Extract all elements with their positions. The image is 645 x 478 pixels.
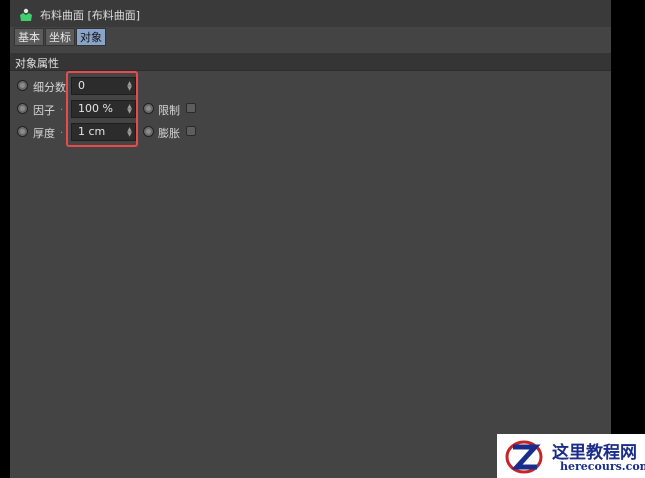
tab-bar: 基本 坐标 对象 — [14, 28, 106, 46]
site-watermark: 这里教程网 herecours.com — [497, 434, 645, 478]
factor-row: 因子 . 100 % ▲ ▼ 限制 — [10, 98, 611, 120]
factor-stepper-icon[interactable]: ▲ ▼ — [127, 104, 132, 115]
factor-value: 100 % — [78, 102, 113, 115]
title-bar: 布料曲面 [布料曲面] — [10, 0, 611, 27]
subdivisions-animate-radio[interactable] — [17, 80, 28, 91]
thickness-stepper-icon[interactable]: ▲ ▼ — [127, 127, 132, 138]
subdivisions-value: 0 — [78, 79, 85, 92]
thickness-animate-radio[interactable] — [17, 126, 28, 137]
tab-object[interactable]: 对象 — [76, 28, 106, 46]
thickness-input[interactable]: 1 cm ▲ ▼ — [71, 123, 136, 141]
factor-dots: . — [60, 102, 64, 113]
limit-label: 限制 — [158, 104, 180, 117]
watermark-logo-icon — [505, 440, 543, 474]
object-properties-header: 对象属性 — [10, 53, 611, 71]
thickness-label: 厚度 — [33, 127, 55, 140]
expand-checkbox[interactable] — [186, 126, 196, 136]
section-title: 对象属性 — [15, 57, 59, 70]
tab-coordinates[interactable]: 坐标 — [45, 28, 75, 46]
thickness-row: 厚度 . 1 cm ▲ ▼ 膨胀 — [10, 121, 611, 143]
watermark-site: herecours.com — [560, 460, 645, 473]
subdivisions-input[interactable]: 0 ▲ ▼ — [71, 77, 136, 95]
attribute-manager-panel: 布料曲面 [布料曲面] 基本 坐标 对象 对象属性 细分数 0 ▲ ▼ 因子 . … — [10, 0, 611, 478]
thickness-value: 1 cm — [78, 125, 106, 138]
tab-basic[interactable]: 基本 — [14, 28, 44, 46]
limit-checkbox[interactable] — [186, 103, 196, 113]
expand-label: 膨胀 — [158, 127, 180, 140]
expand-animate-radio[interactable] — [143, 126, 154, 137]
limit-animate-radio[interactable] — [143, 103, 154, 114]
subdivisions-label: 细分数 — [33, 81, 66, 94]
cloth-surface-icon — [20, 8, 32, 21]
window-title: 布料曲面 [布料曲面] — [40, 9, 141, 22]
factor-label: 因子 — [33, 104, 55, 117]
factor-animate-radio[interactable] — [17, 103, 28, 114]
subdivisions-stepper-icon[interactable]: ▲ ▼ — [127, 81, 132, 92]
subdivisions-row: 细分数 0 ▲ ▼ — [10, 75, 611, 97]
thickness-dots: . — [60, 125, 64, 136]
factor-input[interactable]: 100 % ▲ ▼ — [71, 100, 136, 118]
